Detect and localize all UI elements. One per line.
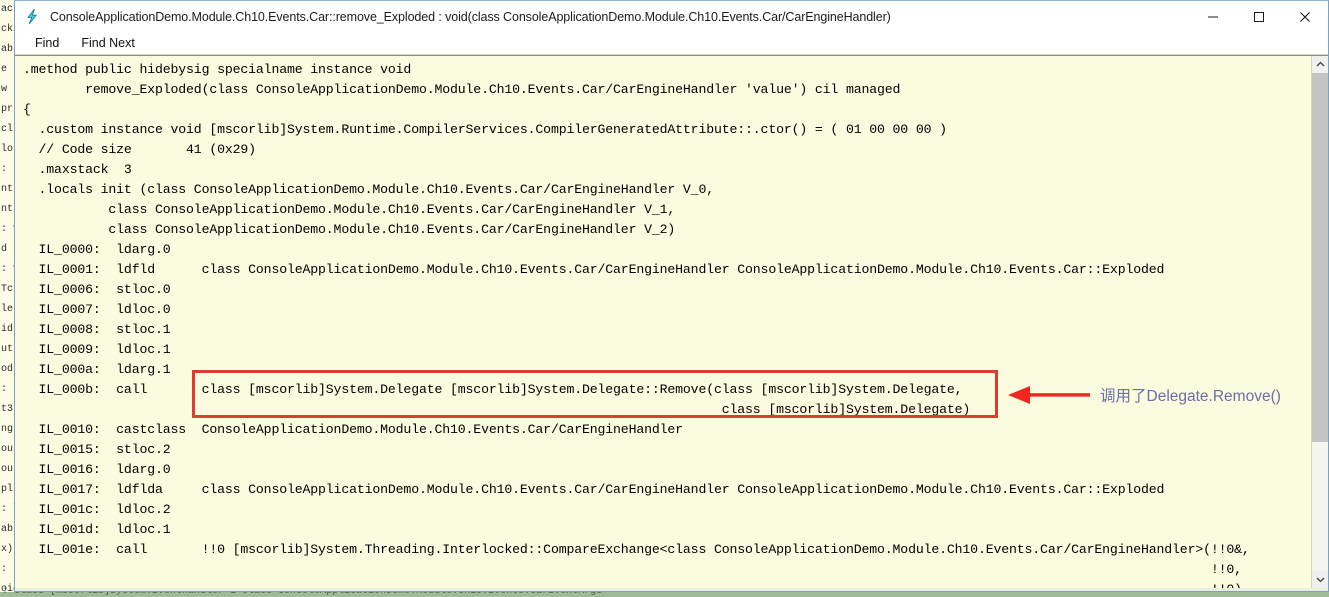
- il-code-line: IL_000a: ldarg.1: [23, 362, 171, 377]
- window-bottom-edge: [15, 588, 1328, 591]
- background-text-fragment: cki: [1, 24, 14, 35]
- ildasm-window: ConsoleApplicationDemo.Module.Ch10.Event…: [14, 0, 1329, 592]
- background-text-fragment: : :: [1, 564, 14, 575]
- background-text-fragment: cl: [1, 124, 14, 135]
- background-text-fragment: ou: [1, 464, 14, 475]
- il-code-line: IL_0001: ldfld class ConsoleApplicationD…: [23, 262, 1165, 277]
- background-text-fragment: le: [1, 304, 14, 315]
- il-code-line: IL_0006: stloc.0: [23, 282, 171, 297]
- il-code-line: !!0,: [23, 562, 1242, 577]
- chevron-up-icon[interactable]: [1312, 56, 1328, 73]
- background-text-fragment: x): [1, 544, 14, 555]
- background-text-fragment: : |: [1, 164, 14, 175]
- desktop-background: acckiabe ├wprcllo: |ntnt:: vd: vTcleidut…: [0, 0, 1329, 597]
- vertical-scrollbar[interactable]: [1311, 56, 1328, 588]
- background-text-fragment: ou: [1, 444, 14, 455]
- il-code-line: !!0): [23, 580, 1311, 588]
- annotation-group: 调用了Delegate.Remove(): [1008, 382, 1281, 408]
- background-text-fragment: : v: [1, 224, 14, 235]
- background-text-fragment: pl: [1, 484, 14, 495]
- il-code-text: .method public hidebysig specialname ins…: [15, 60, 1311, 588]
- background-text-fragment: :: [1, 384, 8, 395]
- il-code-line: IL_0017: ldflda class ConsoleApplication…: [23, 482, 1165, 497]
- title-bar[interactable]: ConsoleApplicationDemo.Module.Ch10.Event…: [15, 1, 1328, 32]
- il-code-line: IL_0010: castclass ConsoleApplicationDem…: [23, 422, 684, 437]
- il-code-line: // Code size 41 (0x29): [23, 142, 257, 157]
- background-text-fragment: ab: [1, 44, 14, 55]
- background-text-fragment: Tc: [1, 284, 14, 295]
- il-code-line: .maxstack 3: [23, 162, 132, 177]
- il-code-line: {: [23, 102, 31, 117]
- minimize-button[interactable]: [1190, 1, 1236, 32]
- ildasm-lightning-icon: [24, 8, 41, 25]
- chevron-down-icon[interactable]: [1312, 571, 1328, 588]
- background-window-edge[interactable]: acckiabe ├wprcllo: |ntnt:: vd: vTcleidut…: [0, 0, 14, 592]
- background-text-fragment: ut: [1, 344, 14, 355]
- background-text-fragment: : \: [1, 504, 14, 515]
- window-title: ConsoleApplicationDemo.Module.Ch10.Event…: [50, 9, 891, 24]
- background-text-fragment: t3: [1, 404, 14, 415]
- il-code-line: class ConsoleApplicationDemo.Module.Ch10…: [23, 202, 676, 217]
- il-code-line: IL_0007: ldloc.0: [23, 302, 171, 317]
- il-code-line: .method public hidebysig specialname ins…: [23, 62, 419, 77]
- menu-bar: Find Find Next: [15, 32, 1328, 55]
- il-code-line: IL_001e: call !!0 [mscorlib]System.Threa…: [23, 542, 1250, 557]
- menu-item-find-next[interactable]: Find Next: [73, 35, 143, 51]
- il-code-pane[interactable]: .method public hidebysig specialname ins…: [15, 56, 1311, 588]
- menu-item-find[interactable]: Find: [27, 35, 67, 51]
- background-text-fragment: lo: [1, 144, 14, 155]
- il-code-line: IL_0008: stloc.1: [23, 322, 171, 337]
- il-code-line: IL_001c: ldloc.2: [23, 502, 171, 517]
- background-text-fragment: od: [1, 364, 14, 375]
- background-text-fragment: ng: [1, 424, 14, 435]
- annotation-label: 调用了Delegate.Remove(): [1100, 388, 1281, 405]
- background-text-fragment: e ├: [1, 64, 14, 75]
- il-code-line: class ConsoleApplicationDemo.Module.Ch10…: [23, 222, 676, 237]
- background-text-fragment: w: [1, 84, 8, 95]
- il-code-line: IL_001d: ldloc.1: [23, 522, 171, 537]
- scrollbar-thumb[interactable]: [1312, 73, 1328, 442]
- background-text-fragment: ac: [1, 4, 14, 15]
- background-text-fragment: d: [1, 244, 8, 255]
- left-arrow-icon: [1008, 386, 1090, 404]
- background-text-fragment: pr: [1, 104, 14, 115]
- il-code-line: IL_0015: stloc.2: [23, 442, 171, 457]
- background-text-fragment: nt:: [1, 204, 14, 215]
- il-code-line: remove_Exploded(class ConsoleApplication…: [23, 82, 901, 97]
- background-text-fragment: : v: [1, 264, 14, 275]
- close-button[interactable]: [1282, 1, 1328, 32]
- background-text-fragment: nt: [1, 184, 14, 195]
- il-code-line: IL_0000: ldarg.0: [23, 242, 171, 257]
- il-code-line: .custom instance void [mscorlib]System.R…: [23, 122, 948, 137]
- il-code-line: .locals init (class ConsoleApplicationDe…: [23, 182, 715, 197]
- client-area: .method public hidebysig specialname ins…: [15, 55, 1328, 588]
- background-text-fragment: ab: [1, 524, 14, 535]
- maximize-button[interactable]: [1236, 1, 1282, 32]
- background-text-fragment: id: [1, 324, 14, 335]
- scrollbar-track[interactable]: [1312, 73, 1328, 571]
- il-code-line: IL_0016: ldarg.0: [23, 462, 171, 477]
- il-code-line: IL_0009: ldloc.1: [23, 342, 171, 357]
